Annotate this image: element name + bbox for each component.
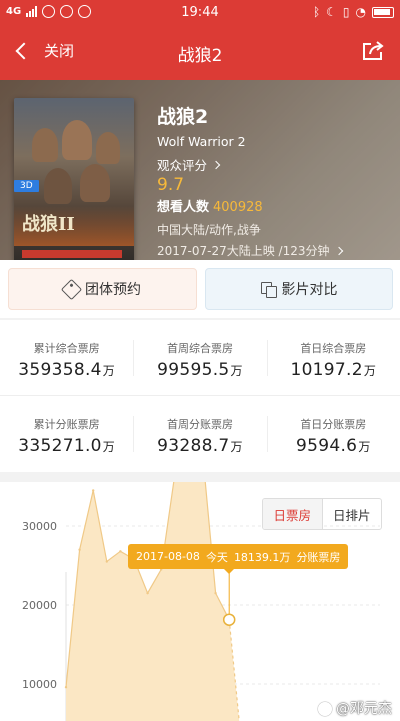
stat-cell: 首日分账票房 9594.6万 bbox=[266, 396, 400, 472]
group-booking-label: 团体预约 bbox=[85, 282, 141, 298]
stat-label: 累计分账票房 bbox=[33, 418, 100, 431]
weibo-logo-icon bbox=[318, 702, 332, 716]
stat-value: 359358.4万 bbox=[18, 360, 116, 380]
chart-toggle: 日票房 日排片 bbox=[262, 498, 382, 530]
stat-cell: 首周分账票房 93288.7万 bbox=[133, 396, 266, 472]
daily-box-office-tab[interactable]: 日票房 bbox=[263, 499, 323, 529]
movie-info: 战狼2 Wolf Warrior 2 观众评分 9.7 想看人数 400928 中… bbox=[157, 102, 343, 259]
compare-label: 影片对比 bbox=[281, 282, 338, 298]
chevron-right-icon bbox=[211, 160, 221, 169]
data-point bbox=[78, 548, 81, 551]
tooltip-label: 分账票房 bbox=[296, 550, 341, 564]
stat-cell: 累计分账票房 335271.0万 bbox=[0, 396, 133, 472]
tooltip-date: 2017-08-08 bbox=[136, 550, 200, 563]
vibrate-icon: ▯ bbox=[342, 5, 350, 19]
stat-value: 335271.0万 bbox=[18, 436, 116, 456]
compare-button[interactable]: 影片对比 bbox=[205, 268, 393, 310]
moon-icon: ☾ bbox=[326, 5, 337, 19]
wifi-icon: ◔ bbox=[355, 5, 366, 19]
daily-screenings-tab[interactable]: 日排片 bbox=[323, 499, 382, 529]
watermark-text: @邓元杰 bbox=[336, 701, 392, 717]
3d-badge: 3D bbox=[14, 180, 39, 192]
stats-row-split: 累计分账票房 335271.0万 首周分账票房 93288.7万 首日分账票房 … bbox=[0, 396, 400, 472]
movie-title: 战狼2 bbox=[157, 106, 209, 128]
stat-cell: 累计综合票房 359358.4万 bbox=[0, 320, 133, 395]
box-office-stats: 累计综合票房 359358.4万 首周综合票房 99595.5万 首日综合票房 … bbox=[0, 320, 400, 472]
rating-score: 9.7 bbox=[157, 175, 185, 195]
page-title: 战狼2 bbox=[177, 46, 223, 66]
stats-row-total: 累计综合票房 359358.4万 首周综合票房 99595.5万 首日综合票房 … bbox=[0, 320, 400, 396]
stat-label: 累计综合票房 bbox=[33, 342, 100, 355]
battery-icon bbox=[372, 6, 394, 18]
movie-poster[interactable]: 战狼II bbox=[14, 98, 134, 260]
nav-bar: 关闭 战狼2 bbox=[0, 26, 400, 80]
want-count: 400928 bbox=[213, 200, 263, 215]
movie-header: 战狼II 3D 战狼2 Wolf Warrior 2 观众评分 9.7 想看人数… bbox=[0, 80, 400, 260]
bluetooth-icon: ᛒ bbox=[312, 5, 321, 19]
action-bar: 团体预约 影片对比 bbox=[0, 260, 400, 318]
stat-cell: 首周综合票房 99595.5万 bbox=[133, 320, 266, 395]
data-point bbox=[92, 489, 95, 492]
release-link[interactable]: 2017-07-27大陆上映 /123分钟 bbox=[157, 242, 343, 259]
stat-value: 9594.6万 bbox=[296, 436, 371, 456]
y-tick-label: 10000 bbox=[22, 678, 57, 691]
highlight-point bbox=[222, 613, 236, 626]
y-tick-label: 30000 bbox=[22, 520, 57, 533]
stat-label: 首周综合票房 bbox=[166, 342, 233, 355]
data-point bbox=[146, 591, 149, 595]
tag-icon bbox=[60, 278, 83, 300]
status-bar: 4G 19:44 ᛒ ☾ ▯ ◔ bbox=[0, 0, 400, 26]
status-right: ᛒ ☾ ▯ ◔ bbox=[313, 5, 394, 19]
movie-english-title: Wolf Warrior 2 bbox=[157, 134, 246, 149]
stat-label: 首日分账票房 bbox=[300, 418, 367, 431]
share-icon[interactable] bbox=[362, 41, 384, 61]
rating-label: 观众评分 bbox=[157, 158, 208, 173]
series-area bbox=[66, 482, 240, 721]
data-point bbox=[105, 560, 109, 563]
watermark: @邓元杰 bbox=[318, 698, 392, 718]
want-to-see: 想看人数 400928 bbox=[157, 196, 342, 215]
data-point bbox=[214, 591, 217, 595]
tooltip-day: 今天 bbox=[205, 550, 228, 564]
stat-label: 首日综合票房 bbox=[300, 342, 367, 355]
tooltip-value: 18139.1万 bbox=[233, 550, 291, 564]
compare-icon bbox=[260, 281, 277, 298]
stat-label: 首周分账票房 bbox=[166, 418, 233, 431]
group-booking-button[interactable]: 团体预约 bbox=[8, 268, 197, 310]
data-point bbox=[119, 550, 122, 553]
y-tick-label: 20000 bbox=[22, 599, 57, 612]
rating-link[interactable]: 观众评分 bbox=[157, 155, 342, 174]
box-office-chart-card: 40000300002000010000 日票房 日排片 2017-08-08 … bbox=[0, 482, 400, 721]
stat-value: 99595.5万 bbox=[157, 360, 243, 380]
stat-value: 93288.7万 bbox=[157, 436, 243, 456]
want-label: 想看人数 bbox=[157, 200, 210, 215]
movie-genre: 中国大陆/动作,战争 bbox=[157, 223, 261, 237]
data-point bbox=[64, 686, 68, 689]
chevron-right-icon bbox=[334, 246, 343, 255]
poster-title: 战狼II bbox=[22, 214, 75, 235]
stat-cell: 首日综合票房 10197.2万 bbox=[266, 320, 400, 395]
stat-value: 10197.2万 bbox=[290, 360, 377, 380]
chart-tooltip: 2017-08-08 今天 18139.1万 分账票房 bbox=[128, 544, 349, 574]
release-info: 2017-07-27大陆上映 /123分钟 bbox=[157, 244, 330, 258]
